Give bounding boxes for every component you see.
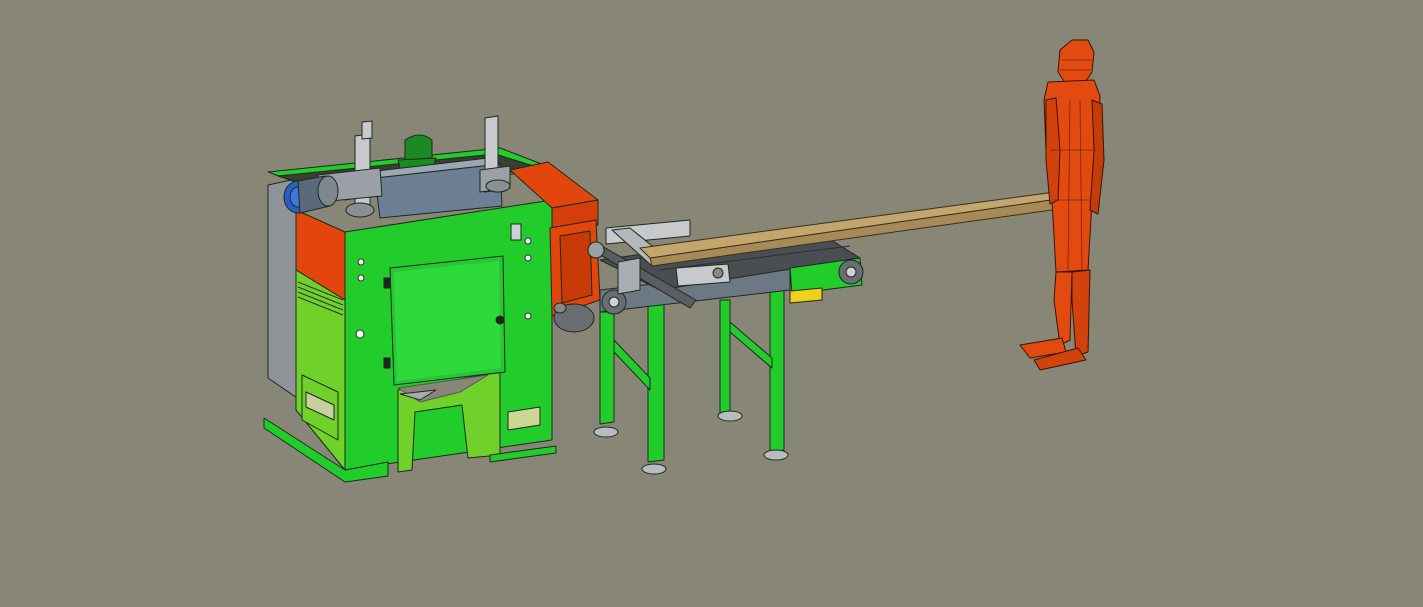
cad-viewport[interactable] <box>0 0 1423 607</box>
scene-svg <box>0 0 1423 607</box>
background <box>0 0 1423 607</box>
